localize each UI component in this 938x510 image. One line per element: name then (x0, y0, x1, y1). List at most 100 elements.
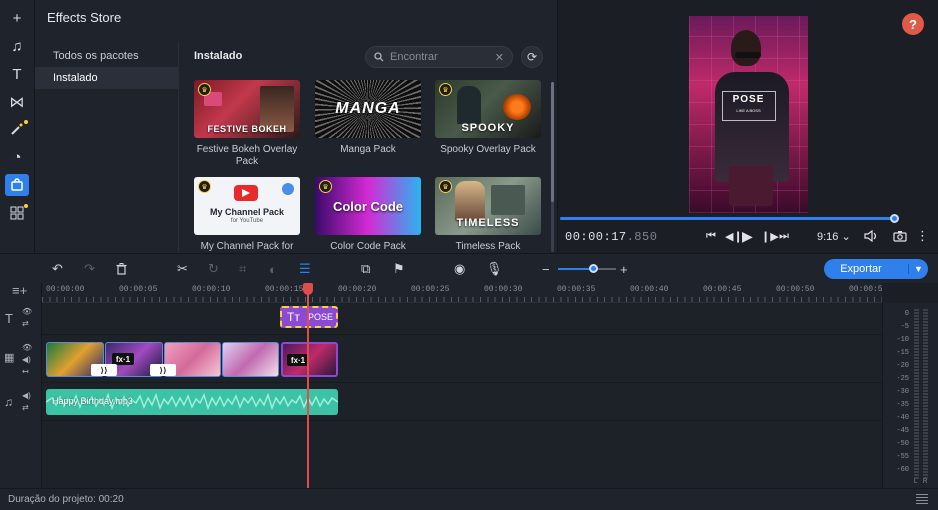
music-icon[interactable]: ♫ (5, 35, 29, 57)
pack-card[interactable]: SPOOKY ♛ Spooky Overlay Pack (435, 80, 541, 156)
empty-track-area[interactable] (42, 421, 882, 488)
text-icon[interactable]: T (5, 63, 29, 85)
overlay-subtitle: LIKE A BOSS (736, 108, 761, 113)
more-apps-icon[interactable] (5, 202, 29, 224)
title-track (42, 303, 882, 335)
playback-progress-knob[interactable] (890, 214, 899, 223)
microphone-icon[interactable]: 🎙 (486, 260, 503, 278)
title-clip-icon: Tт (287, 310, 300, 324)
zoom-slider-knob[interactable] (589, 264, 598, 273)
overlay-icon[interactable]: ⧉ (361, 260, 370, 278)
mixer-icon[interactable] (916, 494, 928, 506)
volume-icon[interactable]: ◀) (22, 355, 31, 364)
chevron-down-icon[interactable]: ▼ (908, 264, 928, 274)
rotate-icon[interactable]: ↻ (208, 260, 219, 278)
pack-thumbnail: SPOOKY ♛ (435, 80, 541, 138)
skip-start-icon[interactable]: ⏮ (706, 228, 716, 244)
status-bar: Duração do projeto: 00:20 (0, 488, 938, 510)
redo-icon[interactable]: ↷ (84, 260, 95, 278)
audio-clip[interactable]: Happy Birthday.mp3 (46, 389, 338, 415)
playhead[interactable] (307, 283, 309, 488)
pack-label: Manga Pack (340, 144, 396, 155)
magic-wand-icon[interactable] (5, 118, 29, 140)
search-input[interactable] (390, 51, 490, 63)
zoom-out-icon[interactable]: − (542, 260, 550, 278)
audio-clip-label: Happy Birthday.mp3 (52, 396, 133, 406)
pack-card[interactable]: TIMELESS ♛ Timeless Pack (435, 177, 541, 253)
store-nav: Todos os pacotes Instalado (35, 42, 179, 253)
video-track-icon: ▦ (4, 352, 15, 364)
crown-icon: ♛ (439, 180, 452, 193)
undo-icon[interactable]: ↶ (52, 260, 63, 278)
pack-card[interactable]: My Channel Pack for YouTube ♛ My Channel… (194, 177, 300, 253)
audio-track-icon: ♫ (4, 395, 13, 409)
cut-icon[interactable]: ✂ (177, 260, 188, 278)
pack-card[interactable]: FESTIVE BOKEH ♛ Festive Bokeh Overlay Pa… (194, 80, 300, 168)
skip-end-icon[interactable]: ⏭ (779, 228, 789, 244)
volume-icon[interactable] (864, 228, 880, 244)
vu-bar-left (914, 309, 919, 479)
delete-icon[interactable] (116, 260, 127, 278)
aspect-ratio-select[interactable]: 9:16 ⌄ (817, 230, 851, 243)
more-options-icon[interactable]: ⋮ (916, 228, 929, 244)
link-icon[interactable]: ⇄ (22, 319, 29, 328)
project-duration: Duração do projeto: 00:20 (8, 494, 124, 505)
play-icon[interactable]: ▶ (742, 228, 753, 244)
title-clip[interactable]: Tт POSE (280, 306, 338, 328)
color-adjust-icon[interactable]: ◐ (269, 260, 277, 278)
pack-thumbnail: Color Code ♛ (315, 177, 421, 235)
vu-bar-right (923, 309, 928, 479)
crop-icon[interactable]: ⌗ (239, 260, 246, 278)
clear-search-icon[interactable]: ✕ (495, 51, 504, 64)
clock-icon[interactable]: ◔ (5, 146, 29, 168)
volume-icon[interactable]: ◀) (22, 391, 31, 400)
video-clip[interactable]: fx·1 (281, 342, 338, 377)
transition-marker-icon[interactable]: ⟩⟩ (91, 364, 117, 376)
nav-installed[interactable]: Instalado (35, 67, 178, 89)
snapshot-icon[interactable] (893, 228, 907, 244)
link-icon[interactable]: ↤ (22, 367, 29, 376)
pack-label: Spooky Overlay Pack (440, 144, 536, 155)
plus-icon[interactable]: + (5, 7, 29, 29)
section-title: Instalado (194, 50, 243, 62)
refresh-icon[interactable]: ⟳ (521, 46, 543, 68)
store-icon[interactable] (5, 174, 29, 196)
nav-all-packs[interactable]: Todos os pacotes (35, 45, 178, 67)
clip-properties-icon[interactable]: ☰ (299, 260, 311, 278)
pack-label: Timeless Pack (455, 241, 521, 252)
add-track-icon[interactable]: ≡+ (12, 283, 27, 298)
help-button[interactable]: ? (902, 13, 924, 35)
crown-icon: ♛ (198, 83, 211, 96)
pack-label: Color Code Pack (330, 241, 406, 252)
eye-icon[interactable]: 👁 (22, 307, 32, 316)
transition-marker-icon[interactable]: ⟩⟩ (150, 364, 176, 376)
export-button[interactable]: Exportar ▼ (824, 259, 928, 279)
effects-store-panel: Effects Store Todos os pacotes Instalado… (35, 0, 557, 253)
tools-sidebar: + ♫ T ⋈ ◔ (0, 0, 35, 253)
ruler-ticks (42, 297, 882, 302)
pack-card[interactable]: MANGA Manga Pack (315, 80, 421, 156)
vu-meter: 0 -5 -10 -15 -20 -25 -30 -35 -40 -45 -50… (882, 303, 938, 488)
zoom-in-icon[interactable]: + (620, 260, 628, 278)
pack-card[interactable]: Color Code ♛ Color Code Pack (315, 177, 421, 253)
record-webcam-icon[interactable]: ◉ (454, 260, 465, 278)
timeline: ≡+ T 👁 ⇄ ▦ 👁 ◀) ↤ ♫ ◀) ⇄ 00:00:00 00:00:… (0, 283, 938, 510)
time-ruler[interactable]: 00:00:00 00:00:05 00:00:10 00:00:15 00:0… (42, 283, 882, 303)
pack-label: My Channel Pack for (200, 241, 294, 252)
app-window: + ♫ T ⋈ ◔ Effects Store Todos os pacotes… (0, 0, 938, 510)
video-clip[interactable] (222, 342, 279, 377)
link-icon[interactable]: ⇄ (22, 403, 29, 412)
marker-flag-icon[interactable]: ⚑ (393, 260, 405, 278)
pack-label: Festive Bokeh Overlay Pack (196, 144, 298, 167)
playhead-handle[interactable] (303, 283, 313, 295)
store-content: Instalado ✕ ⟳ FESTIVE BOKEH ♛ Festive Bo… (180, 42, 557, 253)
track-headers: ≡+ T 👁 ⇄ ▦ 👁 ◀) ↤ ♫ ◀) ⇄ (0, 283, 42, 488)
transition-icon[interactable]: ⋈ (5, 91, 29, 113)
store-scrollbar-thumb[interactable] (551, 82, 554, 202)
eye-icon[interactable]: 👁 (22, 343, 32, 352)
next-frame-icon[interactable]: ❙▶ (761, 228, 779, 244)
video-preview[interactable]: POSE LIKE A BOSS (689, 16, 808, 213)
crown-icon: ♛ (439, 83, 452, 96)
playback-progress-track[interactable] (560, 217, 895, 220)
prev-frame-icon[interactable]: ◀❙ (725, 228, 743, 244)
